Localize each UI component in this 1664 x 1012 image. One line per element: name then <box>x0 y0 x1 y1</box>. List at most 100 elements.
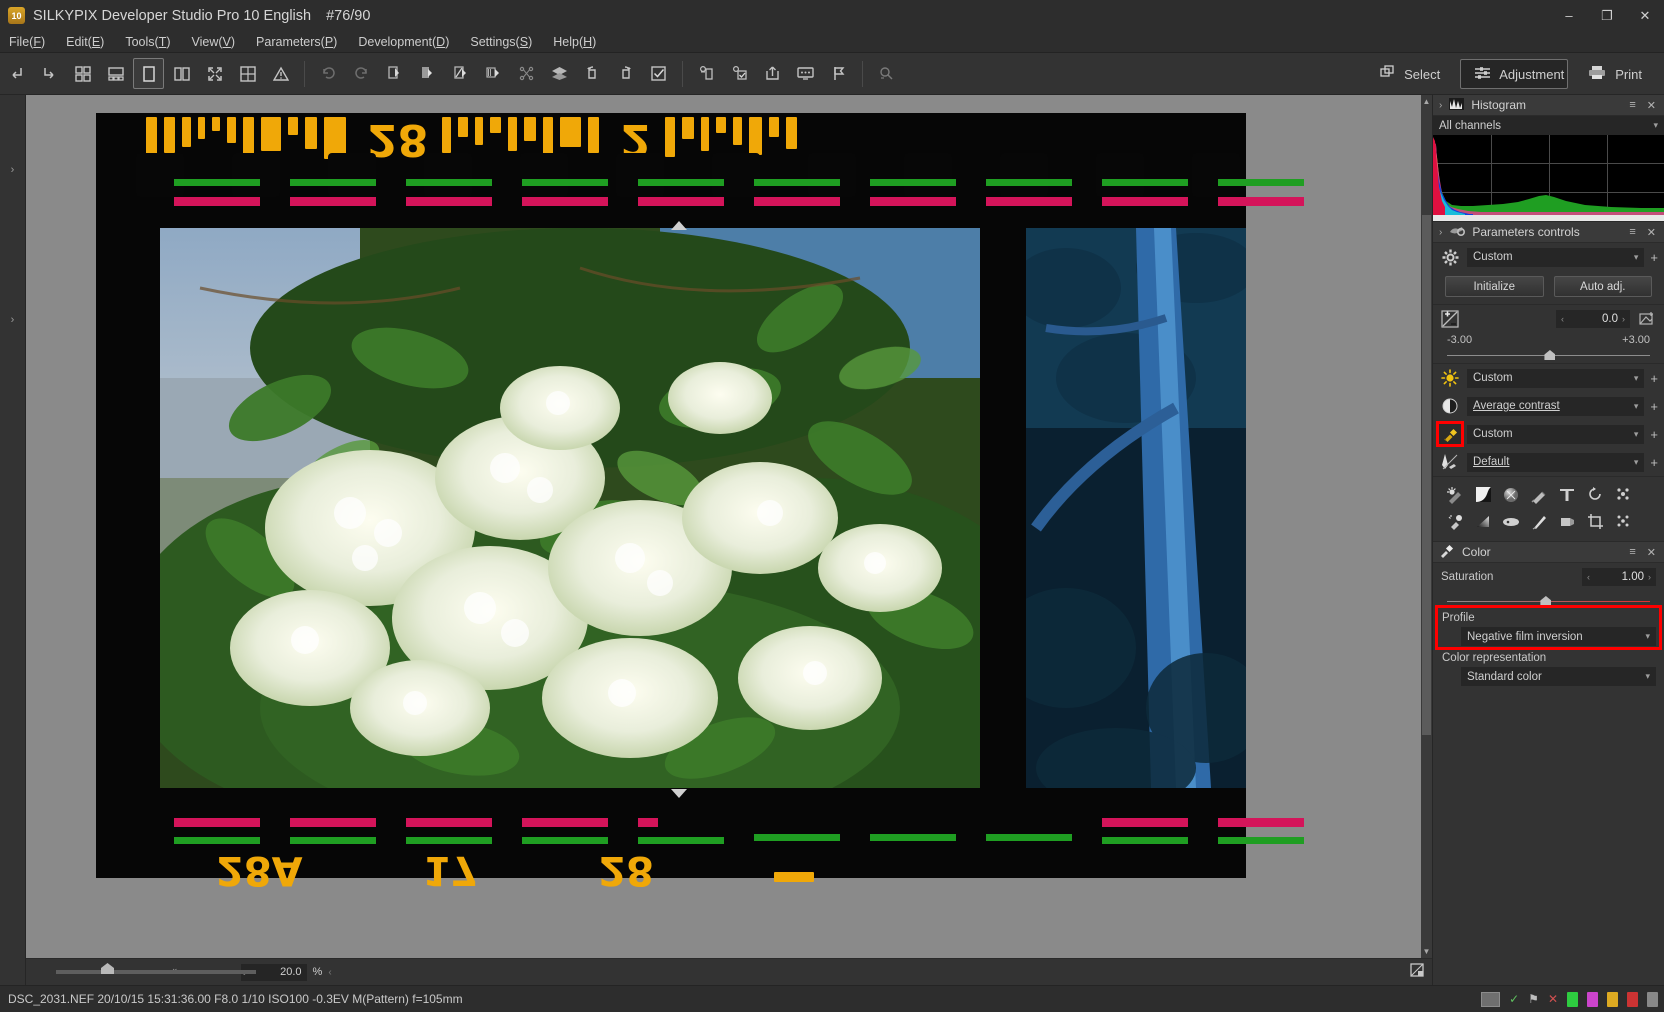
color-menu-icon[interactable]: ≡ <box>1627 546 1637 558</box>
histogram-channel-select[interactable]: All channels ▾ <box>1433 116 1664 135</box>
compare-grid-icon[interactable] <box>232 58 263 89</box>
add-taste-icon[interactable]: + <box>1650 250 1658 265</box>
grid-view-icon[interactable] <box>67 58 98 89</box>
warning-icon[interactable] <box>265 58 296 89</box>
export-icon[interactable] <box>757 58 788 89</box>
develop-check-icon[interactable] <box>724 58 755 89</box>
print-mode-button[interactable]: Print <box>1574 59 1656 89</box>
add-sharpness-icon[interactable]: + <box>1650 455 1658 470</box>
scroll-down-caret[interactable]: ▼ <box>1422 947 1431 956</box>
color-select[interactable]: Custom ▾ <box>1467 424 1645 444</box>
color-panel-header[interactable]: Color ≡ ✕ <box>1433 542 1664 563</box>
slideshow-icon[interactable] <box>790 58 821 89</box>
single-view-icon[interactable] <box>133 58 164 89</box>
close-icon[interactable]: ✕ <box>1548 992 1558 1006</box>
add-tone-icon[interactable]: + <box>1650 371 1658 386</box>
lens-correct-icon[interactable] <box>511 58 542 89</box>
contrast-select[interactable]: Average contrast ▾ <box>1467 396 1645 416</box>
undo-icon[interactable] <box>313 58 344 89</box>
noise-reduction-icon[interactable] <box>1497 481 1525 508</box>
highlight-tool-icon[interactable] <box>1441 508 1469 535</box>
copy-params-icon[interactable] <box>412 58 443 89</box>
gradient-icon[interactable] <box>1469 508 1497 535</box>
select-mode-button[interactable]: Select <box>1366 59 1454 89</box>
rating-color-yellow[interactable] <box>1607 991 1618 1007</box>
lens-tool-icon[interactable] <box>1553 508 1581 535</box>
forward-icon[interactable] <box>34 58 65 89</box>
menu-file[interactable]: File(F) <box>9 35 57 49</box>
exposure-slider-track[interactable] <box>1447 350 1650 360</box>
chevron-down-icon[interactable]: ▾ <box>1634 429 1639 440</box>
image-canvas[interactable]: 28 2 28A 17 28 ▲ ▼ ⌄ 20.0 % ‹ <box>26 95 1432 985</box>
canvas-vertical-scrollbar[interactable]: ▲ ▼ <box>1421 95 1432 958</box>
canvas-horizontal-scrollbar[interactable] <box>56 963 256 974</box>
sun-icon[interactable] <box>1439 368 1461 388</box>
chevron-down-icon[interactable]: ▾ <box>1645 671 1650 682</box>
exposure-reset-icon[interactable] <box>1636 309 1658 329</box>
chevron-down-icon[interactable]: ▾ <box>1653 120 1658 131</box>
menu-tools[interactable]: Tools(T) <box>125 35 182 49</box>
flag-icon[interactable] <box>823 58 854 89</box>
color-close-icon[interactable]: ✕ <box>1645 546 1658 559</box>
canvas-scroll-grip[interactable] <box>101 963 114 974</box>
exposure-tool-icon[interactable] <box>1441 481 1469 508</box>
gear-icon[interactable] <box>1439 247 1461 267</box>
color-representation-select[interactable]: Standard color ▾ <box>1461 667 1656 686</box>
zoom-prev-arrow[interactable]: ‹ <box>328 967 331 978</box>
rating-color-red[interactable] <box>1627 991 1638 1007</box>
redo-icon[interactable] <box>346 58 377 89</box>
adjustment-mode-button[interactable]: Adjustment <box>1460 59 1569 89</box>
exposure-increment[interactable]: › <box>1622 314 1625 324</box>
menu-view[interactable]: View(V) <box>192 35 248 49</box>
saturation-slider-knob[interactable] <box>1540 596 1552 606</box>
expand-left-panel-2[interactable]: › <box>0 245 25 395</box>
chevron-down-icon[interactable]: ▾ <box>1645 631 1650 642</box>
fullscreen-icon[interactable] <box>199 58 230 89</box>
rotate-right-icon[interactable] <box>610 58 641 89</box>
rotate-left-icon[interactable] <box>577 58 608 89</box>
back-icon[interactable] <box>1 58 32 89</box>
spot-icon[interactable] <box>1609 508 1637 535</box>
chevron-down-icon[interactable]: ▾ <box>1634 252 1639 263</box>
paste-params-icon[interactable] <box>379 58 410 89</box>
crop-handle-bottom[interactable] <box>671 789 687 798</box>
menu-development[interactable]: Development(D) <box>358 35 461 49</box>
add-color-icon[interactable]: + <box>1650 427 1658 442</box>
saturation-value-field[interactable]: ‹ 1.00 › <box>1582 568 1656 586</box>
fisheye-icon[interactable] <box>1497 508 1525 535</box>
expand-left-panel-1[interactable]: › <box>0 95 25 245</box>
checkbox-mark-icon[interactable] <box>643 58 674 89</box>
saturation-increment[interactable]: › <box>1648 572 1651 582</box>
menu-edit[interactable]: Edit(E) <box>66 35 116 49</box>
edit-params-icon[interactable] <box>445 58 476 89</box>
menu-settings[interactable]: Settings(S) <box>470 35 544 49</box>
chevron-down-icon[interactable]: ▾ <box>1634 457 1639 468</box>
scroll-up-caret[interactable]: ▲ <box>1422 97 1431 106</box>
exposure-value-field[interactable]: ‹ 0.0 › <box>1556 310 1630 328</box>
color-dropper-icon[interactable] <box>1436 421 1464 447</box>
sharpness-icon[interactable] <box>1439 452 1461 472</box>
rotate-tool-icon[interactable] <box>1581 481 1609 508</box>
taste-select[interactable]: Custom ▾ <box>1467 247 1645 267</box>
parameters-chevron-icon[interactable]: › <box>1439 227 1442 238</box>
dust-removal-icon[interactable] <box>1609 481 1637 508</box>
rating-color-magenta[interactable] <box>1587 991 1598 1007</box>
chevron-down-icon[interactable]: ▾ <box>1634 373 1639 384</box>
saturation-slider-track[interactable] <box>1447 596 1650 606</box>
layers-icon[interactable] <box>544 58 575 89</box>
minimize-button[interactable]: – <box>1550 0 1588 31</box>
search-icon[interactable] <box>871 58 902 89</box>
hsv-icon[interactable] <box>1553 481 1581 508</box>
split-view-icon[interactable] <box>166 58 197 89</box>
parameters-close-icon[interactable]: ✕ <box>1645 226 1658 239</box>
add-contrast-icon[interactable]: + <box>1650 399 1658 414</box>
parameters-panel-header[interactable]: › Parameters controls ≡ ✕ <box>1433 222 1664 243</box>
histogram-menu-icon[interactable]: ≡ <box>1627 99 1637 111</box>
crop-icon[interactable] <box>1581 508 1609 535</box>
histogram-panel-header[interactable]: › Histogram ≡ ✕ <box>1433 95 1664 116</box>
sharpness-tool-icon[interactable] <box>1525 481 1553 508</box>
develop-icon[interactable] <box>691 58 722 89</box>
parameters-menu-icon[interactable]: ≡ <box>1627 226 1637 238</box>
initialize-button[interactable]: Initialize <box>1445 276 1544 297</box>
fit-to-window-icon[interactable] <box>1410 962 1424 982</box>
